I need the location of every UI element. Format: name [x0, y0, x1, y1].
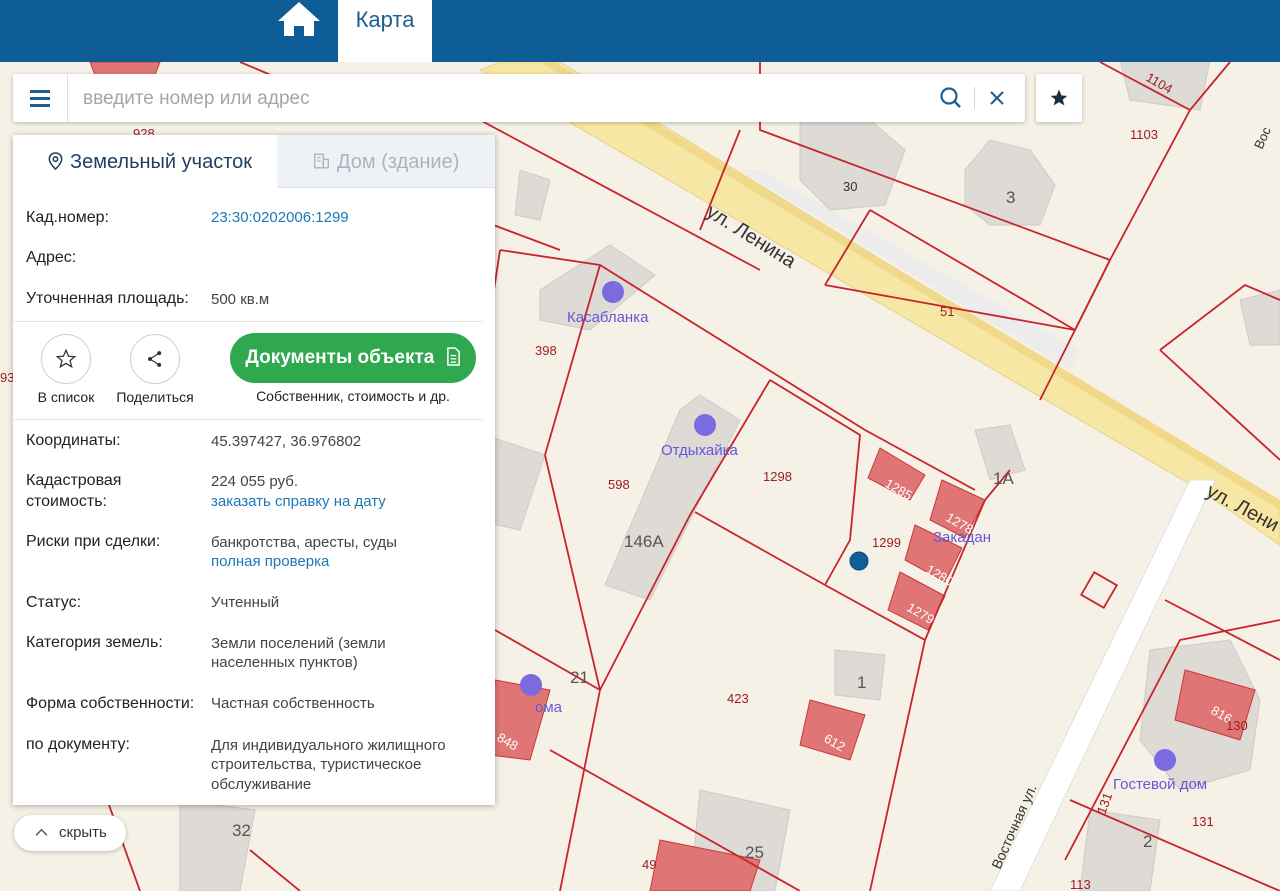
parcel-info-panel: Земельный участок Дом (здание) Кад.номер…	[13, 135, 495, 805]
cadastral-cost-value: 224 055 руб.	[211, 473, 298, 490]
share-button[interactable]	[130, 334, 180, 384]
parcel-number: 598	[608, 477, 630, 492]
object-documents-subtitle: Собственник, стоимость и др.	[256, 388, 450, 404]
parcel-number: 398	[535, 343, 557, 358]
house-number: 25	[745, 843, 764, 862]
poi-label-kasablanka: Касабланка	[567, 309, 649, 326]
cad-number-label: Кад.номер:	[26, 209, 109, 226]
area-label: Уточненная площадь:	[26, 290, 189, 307]
building-icon	[314, 153, 329, 169]
house-number: 1А	[993, 469, 1014, 488]
search-bar	[13, 74, 1025, 122]
by-document-value-line2: строительства, туристическое	[211, 756, 422, 773]
tab-house-label: Дом (здание)	[337, 151, 460, 173]
star-outline-icon	[55, 348, 77, 369]
object-documents-button[interactable]: Документы объекта	[230, 333, 476, 383]
menu-icon	[30, 97, 50, 100]
coordinates-value: 45.397427, 36.976802	[211, 433, 362, 450]
parcel-number: 51	[940, 304, 954, 319]
parcel-number: 30	[843, 179, 857, 194]
deal-risks-label: Риски при сделки:	[26, 533, 161, 550]
parcel-number: 1299	[872, 535, 901, 550]
deal-risks-value: банкротства, аресты, суды	[211, 534, 397, 551]
divider	[13, 321, 483, 322]
status-value: Учтенный	[211, 594, 280, 611]
hide-panel-label: скрыть	[59, 824, 107, 841]
favorites-button[interactable]	[1036, 74, 1082, 122]
cadastral-cost-label-line1: Кадастровая	[26, 472, 122, 489]
status-label: Статус:	[26, 594, 82, 611]
tab-land-plot-label: Земельный участок	[70, 151, 253, 173]
address-label: Адрес:	[26, 249, 77, 266]
order-certificate-link[interactable]: заказать справку на дату	[211, 493, 386, 510]
house-number: 2	[1143, 832, 1152, 851]
close-icon[interactable]	[986, 87, 1008, 109]
parcel-number: 1298	[763, 469, 792, 484]
area-value: 500 кв.м	[211, 291, 270, 308]
hide-panel-button[interactable]: скрыть	[14, 815, 126, 851]
poi-label-otdyhayka: Отдыхайка	[661, 442, 739, 459]
share-icon	[148, 351, 162, 367]
location-pin-icon	[48, 152, 63, 171]
land-category-label: Категория земель:	[26, 634, 163, 651]
full-check-link[interactable]: полная проверка	[211, 553, 329, 570]
house-number: 21	[570, 668, 589, 687]
ownership-form-label: Форма собственности:	[26, 695, 195, 712]
ownership-form-value: Частная собственность	[211, 695, 375, 712]
coordinates-label: Координаты:	[26, 432, 121, 449]
parcel-number: 131	[1192, 814, 1214, 829]
object-documents-label: Документы объекта	[245, 347, 435, 368]
parcel-number: 423	[727, 691, 749, 706]
home-icon[interactable]	[276, 0, 322, 40]
parcel-number: 49	[642, 857, 656, 872]
star-icon	[1050, 89, 1068, 106]
cadastral-cost-label-line2: стоимость:	[26, 493, 107, 510]
menu-icon	[30, 104, 50, 107]
search-icon[interactable]	[939, 86, 963, 110]
menu-button[interactable]	[13, 74, 68, 122]
parcel-number: 1103	[1130, 127, 1158, 142]
menu-icon	[30, 90, 50, 93]
tab-land-plot[interactable]: Земельный участок	[13, 135, 277, 187]
parcel-number: 113	[1070, 877, 1091, 891]
top-navigation-bar: Карта	[0, 0, 1280, 62]
add-to-list-button[interactable]	[41, 334, 91, 384]
house-number: 146А	[624, 532, 664, 551]
divider	[13, 419, 483, 420]
tab-house[interactable]: Дом (здание)	[277, 135, 495, 188]
cad-number-value[interactable]: 23:30:0202006:1299	[211, 209, 349, 226]
by-document-value-line3: обслуживание	[211, 776, 312, 793]
land-category-value-line1: Земли поселений (земли	[211, 635, 386, 652]
document-icon	[446, 347, 460, 366]
share-label: Поделиться	[116, 389, 194, 405]
poi-label-partial: ома	[535, 699, 563, 716]
house-number: 1	[857, 673, 866, 692]
add-to-list-label: В список	[37, 389, 95, 405]
house-number: 3	[1006, 188, 1015, 207]
land-category-value-line2: населенных пунктов)	[211, 654, 358, 671]
house-number: 32	[232, 821, 251, 840]
search-input[interactable]	[81, 84, 935, 114]
by-document-value-line1: Для индивидуального жилищного	[211, 737, 446, 754]
poi-label-gostevoy-dom: Гостевой дом	[1113, 776, 1207, 793]
by-document-label: по документу:	[26, 736, 130, 753]
tab-map[interactable]: Карта	[338, 0, 432, 62]
selected-parcel-marker[interactable]	[849, 551, 869, 571]
parcel-number: 130	[1226, 718, 1248, 733]
chevron-up-icon	[35, 828, 48, 836]
panel-tabs: Земельный участок Дом (здание)	[13, 135, 495, 188]
search-separator	[974, 87, 975, 109]
